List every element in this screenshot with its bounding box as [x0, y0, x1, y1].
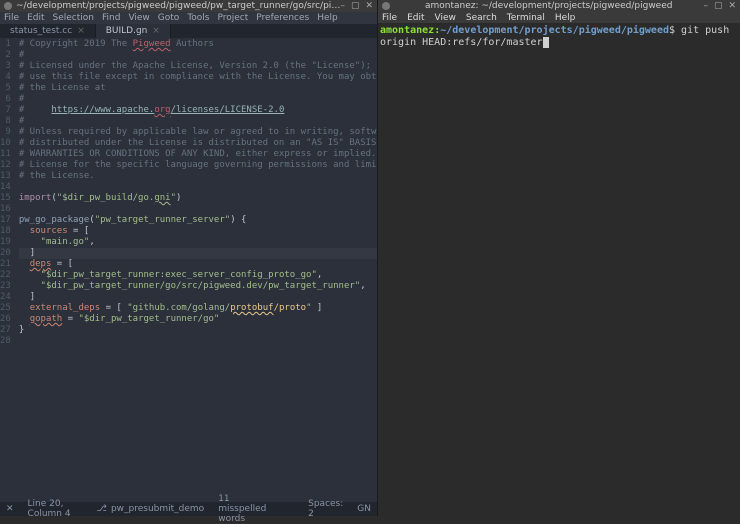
menu-help[interactable]: Help: [317, 13, 338, 23]
code-line: # Unless required by applicable law or a…: [19, 127, 377, 138]
term-menu-view[interactable]: View: [435, 13, 456, 23]
dep-val: "$dir_pw_target_runner/go/src/pigweed.de…: [41, 281, 361, 291]
code-line: #: [19, 94, 377, 105]
code-line: # WARRANTIES OR CONDITIONS OF ANY KIND, …: [19, 149, 377, 160]
kw-sources: sources: [30, 226, 68, 236]
tab-label: BUILD.gn: [106, 26, 148, 36]
maximize-icon[interactable]: ▢: [714, 1, 723, 11]
code-line: [19, 182, 377, 193]
code-line: #: [19, 116, 377, 127]
menu-file[interactable]: File: [4, 13, 19, 23]
tab-build-gn[interactable]: BUILD.gn ×: [96, 24, 171, 38]
sb-cursor-pos[interactable]: Line 20, Column 4: [28, 499, 83, 519]
editor-titlebar[interactable]: ~/development/projects/pigweed/pigweed/p…: [0, 0, 377, 12]
kw-deps: deps: [30, 259, 52, 269]
term-menu-help[interactable]: Help: [555, 13, 576, 23]
menu-selection[interactable]: Selection: [53, 13, 94, 23]
close-icon[interactable]: ×: [152, 26, 160, 36]
code-line: # the License at: [19, 83, 377, 94]
sb-spaces[interactable]: Spaces: 2: [308, 499, 343, 519]
code-line: [19, 204, 377, 215]
code-line: # distributed under the License is distr…: [19, 138, 377, 149]
statusbar: ✕ Line 20, Column 4 ⎇ pw_presubmit_demo …: [0, 502, 377, 516]
menu-project[interactable]: Project: [217, 13, 248, 23]
terminal-titlebar[interactable]: amontanez: ~/development/projects/pigwee…: [378, 0, 740, 12]
pkg-name: "pw_target_runner_server": [95, 215, 230, 225]
kw-external-deps: external_deps: [30, 303, 100, 313]
prompt-path: ~/development/projects/pigweed/pigweed: [440, 25, 669, 36]
term-menu-file[interactable]: File: [382, 13, 397, 23]
fn-name: pw_go_package: [19, 215, 89, 225]
sb-close-icon[interactable]: ✕: [6, 504, 14, 514]
maximize-icon[interactable]: ▢: [351, 1, 360, 11]
misspelled-word: gni: [154, 193, 170, 203]
window-dot-icon: [4, 2, 12, 10]
tab-label: status_test.cc: [10, 26, 72, 36]
minimize-icon[interactable]: –: [703, 1, 708, 11]
code-line: #: [19, 50, 377, 61]
menu-find[interactable]: Find: [102, 13, 120, 23]
menu-goto[interactable]: Goto: [158, 13, 180, 23]
terminal-body[interactable]: amontanez:~/development/projects/pigweed…: [378, 24, 740, 516]
code-area[interactable]: # Copyright 2019 The Pigweed Authors # #…: [15, 38, 377, 502]
cursor-icon: [543, 37, 549, 48]
gopath-val: "$dir_pw_target_runner/go": [78, 314, 219, 324]
menu-view[interactable]: View: [128, 13, 149, 23]
window-dot-icon: [382, 2, 390, 10]
code-line: # License for the specific language gove…: [19, 160, 377, 171]
menu-tools[interactable]: Tools: [187, 13, 209, 23]
misspelled-word: protobuf: [230, 303, 273, 313]
branch-icon: ⎇: [97, 504, 107, 514]
sb-git-branch[interactable]: ⎇ pw_presubmit_demo: [97, 504, 205, 514]
code-line: # use this file except in compliance wit…: [19, 72, 377, 83]
dep-val: "$dir_pw_target_runner:exec_server_confi…: [41, 270, 317, 280]
menu-preferences[interactable]: Preferences: [256, 13, 309, 23]
minimize-icon[interactable]: –: [340, 1, 345, 11]
terminal-title-text: amontanez: ~/development/projects/pigwee…: [394, 1, 703, 11]
editor-window: ~/development/projects/pigweed/pigweed/p…: [0, 0, 378, 516]
term-menu-terminal[interactable]: Terminal: [507, 13, 545, 23]
kw-gopath: gopath: [30, 314, 63, 324]
sources-val: "main.go": [41, 237, 90, 247]
code-line: # Licensed under the Apache License, Ver…: [19, 61, 377, 72]
code-line: # the License.: [19, 171, 377, 182]
editor-menubar: File Edit Selection Find View Goto Tools…: [0, 12, 377, 24]
sb-lang[interactable]: GN: [357, 504, 371, 514]
close-icon[interactable]: ✕: [365, 1, 373, 11]
prompt-user: amontanez: [380, 25, 434, 36]
terminal-menubar: File Edit View Search Terminal Help: [378, 12, 740, 24]
close-icon[interactable]: ✕: [728, 1, 736, 11]
term-menu-search[interactable]: Search: [466, 13, 497, 23]
line-gutter: 1234567 891011121314 15161718192021 2223…: [0, 38, 15, 502]
tab-status-test[interactable]: status_test.cc ×: [0, 24, 96, 38]
misspelled-word: org: [154, 105, 170, 115]
terminal-window: amontanez: ~/development/projects/pigwee…: [378, 0, 740, 516]
close-icon[interactable]: ×: [77, 26, 85, 36]
editor-title-text: ~/development/projects/pigweed/pigweed/p…: [16, 1, 340, 11]
branch-label: pw_presubmit_demo: [111, 504, 204, 514]
editor-body[interactable]: 1234567 891011121314 15161718192021 2223…: [0, 38, 377, 502]
keyword-import: import: [19, 193, 52, 203]
menu-edit[interactable]: Edit: [27, 13, 44, 23]
misspelled-word: Pigweed: [133, 39, 171, 49]
tabbar: status_test.cc × BUILD.gn ×: [0, 24, 377, 38]
term-menu-edit[interactable]: Edit: [407, 13, 424, 23]
